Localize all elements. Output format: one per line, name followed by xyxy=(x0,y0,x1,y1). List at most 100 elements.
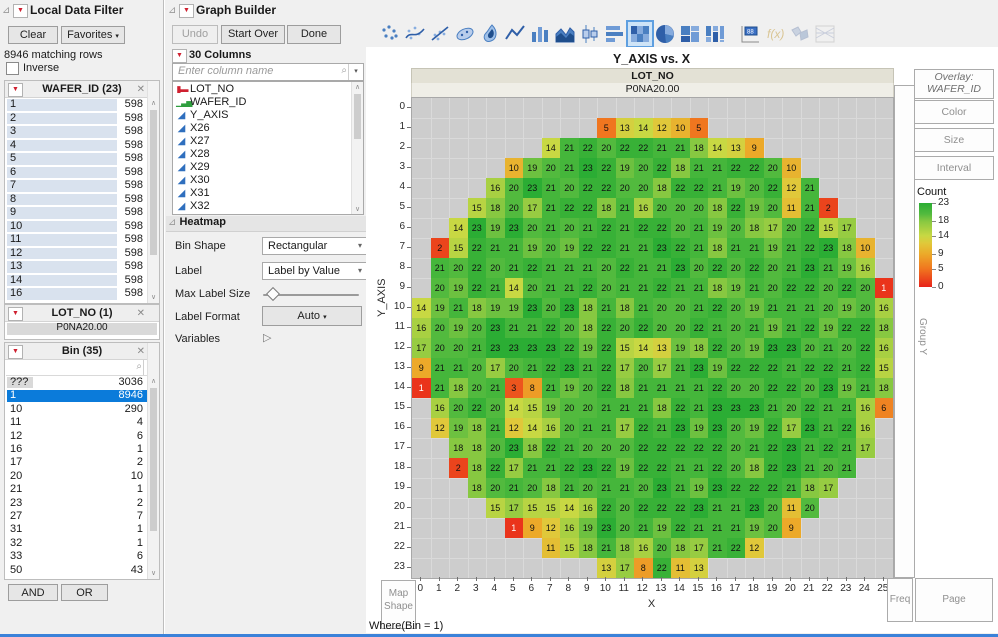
heatmap-cell[interactable]: 22 xyxy=(819,358,838,378)
heatmap-cell[interactable]: 20 xyxy=(671,318,690,338)
scroll-up-icon[interactable]: ∧ xyxy=(148,99,159,107)
heatmap-cell[interactable]: 15 xyxy=(486,498,505,518)
heatmap-cell[interactable]: 19 xyxy=(431,298,450,318)
heatmap-cell[interactable]: 18 xyxy=(875,378,894,398)
formula-icon[interactable]: f(x) xyxy=(763,22,787,46)
heatmap-cell[interactable]: 21 xyxy=(690,518,709,538)
heatmap-cell[interactable]: 21 xyxy=(616,398,635,418)
heatmap-cell[interactable]: 22 xyxy=(653,218,672,238)
heatmap-cell[interactable]: 17 xyxy=(819,478,838,498)
heatmap-cell[interactable]: 18 xyxy=(671,538,690,558)
heatmap-cell[interactable]: 14 xyxy=(634,118,653,138)
heatmap-cell[interactable]: 21 xyxy=(838,438,857,458)
heatmap-cell[interactable]: 20 xyxy=(560,418,579,438)
heatmap-cell[interactable]: 10 xyxy=(671,118,690,138)
heatmap-cell[interactable]: 12 xyxy=(542,518,561,538)
heatmap-cell[interactable]: 20 xyxy=(486,258,505,278)
heatmap-cell[interactable]: 1 xyxy=(412,378,431,398)
heatmap-cell[interactable]: 9 xyxy=(782,518,801,538)
heatmap-cell[interactable]: 20 xyxy=(523,218,542,238)
heatmap-cell[interactable]: 12 xyxy=(653,118,672,138)
column-list-scrollbar[interactable]: ∧ ∨ xyxy=(351,82,363,214)
heatmap-cell[interactable]: 21 xyxy=(542,258,561,278)
heatmap-cell[interactable]: 22 xyxy=(634,498,653,518)
heatmap-cell[interactable]: 20 xyxy=(801,378,820,398)
heatmap-cell[interactable]: 20 xyxy=(579,398,598,418)
heatmap-cell[interactable]: 16 xyxy=(875,338,894,358)
heatmap-cell[interactable]: 22 xyxy=(801,358,820,378)
heatmap-cell[interactable]: 14 xyxy=(505,278,524,298)
heatmap-cell[interactable]: 22 xyxy=(634,418,653,438)
column-item-x30[interactable]: ◢X30 xyxy=(173,174,351,187)
heatmap-cell[interactable]: 21 xyxy=(634,378,653,398)
heatmap-cell[interactable]: 19 xyxy=(579,338,598,358)
heatmap-cell[interactable]: 17 xyxy=(653,358,672,378)
heatmap-cell[interactable]: 21 xyxy=(838,358,857,378)
heatmap-cell[interactable]: 22 xyxy=(653,498,672,518)
heatmap-cell[interactable]: 20 xyxy=(819,458,838,478)
heatmap-cell[interactable]: 21 xyxy=(708,318,727,338)
filter-list-item[interactable]: 336 xyxy=(6,550,147,563)
heatmap-cell[interactable]: 15 xyxy=(523,398,542,418)
heatmap-cell[interactable]: 18 xyxy=(875,318,894,338)
heatmap-cell[interactable]: 22 xyxy=(764,378,783,398)
heatmap-cell[interactable]: 18 xyxy=(468,438,487,458)
filter-list-item[interactable]: 13598 xyxy=(6,260,147,274)
heatmap-cell[interactable]: 22 xyxy=(671,238,690,258)
heatmap-cell[interactable]: 22 xyxy=(634,138,653,158)
heatmap-cell[interactable]: 22 xyxy=(764,418,783,438)
heatmap-cell[interactable]: 14 xyxy=(634,338,653,358)
heatmap-cell[interactable]: 17 xyxy=(505,498,524,518)
heatmap-cell[interactable]: 23 xyxy=(505,438,524,458)
heatmap-cell[interactable]: 15 xyxy=(560,538,579,558)
heatmap-cell[interactable]: 22 xyxy=(597,238,616,258)
heatmap-cell[interactable]: 20 xyxy=(727,418,746,438)
heatmap-cell[interactable]: 18 xyxy=(708,278,727,298)
heatmap-cell[interactable]: 20 xyxy=(634,358,653,378)
column-item-x28[interactable]: ◢X28 xyxy=(173,148,351,161)
heatmap-cell[interactable]: 22 xyxy=(579,238,598,258)
heatmap-cell[interactable]: 6 xyxy=(875,398,894,418)
heatmap-cell[interactable]: 16 xyxy=(856,418,875,438)
heatmap-cell[interactable]: 21 xyxy=(671,358,690,378)
heatmap-cell[interactable]: 23 xyxy=(801,418,820,438)
heatmap-cell[interactable]: 20 xyxy=(690,198,709,218)
heatmap-cell[interactable]: 18 xyxy=(653,398,672,418)
heatmap-cell[interactable]: 20 xyxy=(542,238,561,258)
heatmap-cell[interactable]: 23 xyxy=(523,298,542,318)
color-zone[interactable]: Color xyxy=(914,100,994,124)
heatmap-cell[interactable]: 22 xyxy=(634,438,653,458)
heatmap-cell[interactable]: 22 xyxy=(597,158,616,178)
heatmap-cell[interactable]: 21 xyxy=(690,378,709,398)
heatmap-cell[interactable]: 14 xyxy=(412,298,431,318)
heatmap-cell[interactable]: 21 xyxy=(653,138,672,158)
heatmap-cell[interactable]: 23 xyxy=(690,358,709,378)
heatmap-cell[interactable]: 21 xyxy=(560,278,579,298)
heatmap-cell[interactable]: 21 xyxy=(542,378,561,398)
heatmap-cell[interactable]: 22 xyxy=(653,438,672,458)
heatmap-cell[interactable]: 21 xyxy=(782,318,801,338)
histogram-icon[interactable] xyxy=(603,22,627,46)
heatmap-cell[interactable]: 20 xyxy=(819,278,838,298)
heatmap-cell[interactable]: 22 xyxy=(560,458,579,478)
heatmap-section-header[interactable]: ⊿ Heatmap xyxy=(166,216,366,232)
heatmap-cell[interactable]: 19 xyxy=(708,358,727,378)
heatmap-cell[interactable]: 12 xyxy=(431,418,450,438)
heatmap-cell[interactable]: 18 xyxy=(468,478,487,498)
heatmap-cell[interactable]: 20 xyxy=(616,178,635,198)
heatmap-cell[interactable]: 14 xyxy=(708,138,727,158)
heatmap-cell[interactable]: 17 xyxy=(523,198,542,218)
filter-list-item[interactable]: 311 xyxy=(6,523,147,536)
heatmap-cell[interactable]: 20 xyxy=(745,378,764,398)
column-item-x32[interactable]: ◢X32 xyxy=(173,200,351,213)
heatmap-cell[interactable]: 21 xyxy=(801,438,820,458)
heatmap-cell[interactable]: 21 xyxy=(579,358,598,378)
heatmap-cell[interactable]: 15 xyxy=(616,338,635,358)
heatmap-cell[interactable]: 21 xyxy=(597,538,616,558)
red-triangle-menu-icon[interactable]: ▼ xyxy=(179,4,194,18)
heatmap-cell[interactable]: 16 xyxy=(856,398,875,418)
column-item-lot_no[interactable]: ▮▬LOT_NO xyxy=(173,83,351,96)
bin-shape-select[interactable]: Rectangular ▾ xyxy=(262,237,367,255)
scroll-down-icon[interactable]: ∨ xyxy=(148,569,159,577)
heatmap-cell[interactable]: 20 xyxy=(505,178,524,198)
